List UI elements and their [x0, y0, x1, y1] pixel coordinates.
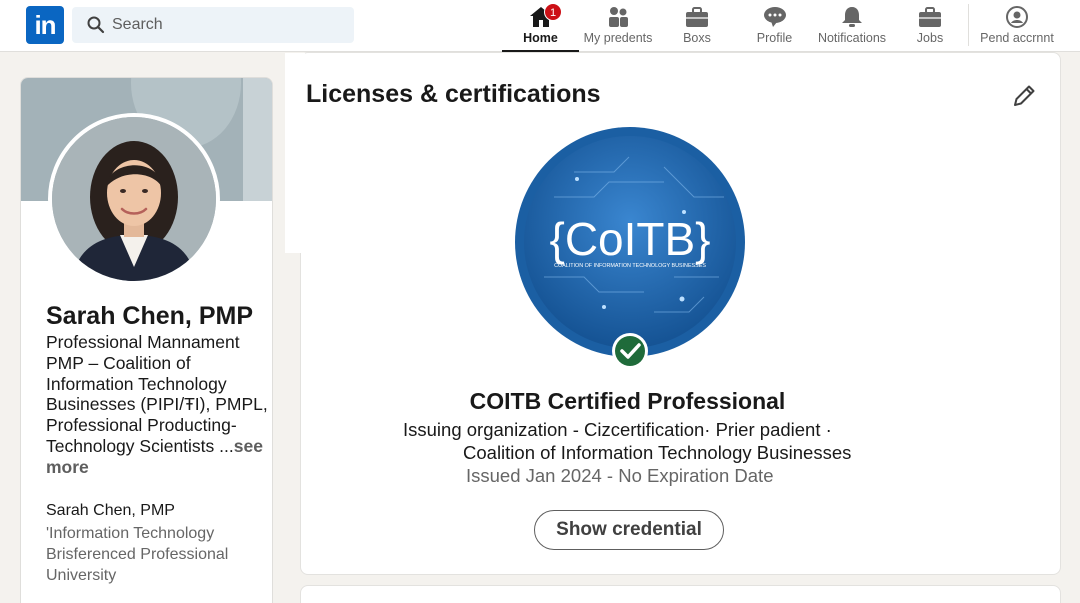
nav-profile-label: Profile — [756, 31, 793, 45]
issuing-organization: Issuing organization - Cizcertification·… — [403, 419, 832, 440]
nav-boxs-label: Boxs — [683, 31, 711, 45]
profile-photo — [52, 117, 216, 281]
nav-account-label: Pend accrnnt — [980, 31, 1054, 45]
nav-jobs-label: Jobs — [916, 31, 944, 45]
education-line: 'Information Technology — [46, 525, 215, 542]
pencil-icon[interactable] — [1009, 81, 1039, 111]
nav-home-label: Home — [523, 31, 558, 45]
nav-jobs[interactable]: Jobs — [902, 0, 958, 52]
people-icon — [609, 7, 628, 27]
nav-notifications[interactable]: Notifications — [813, 0, 891, 52]
section-title: Licenses & certifications — [306, 80, 601, 108]
education-line: Brisferenced Professional — [46, 546, 229, 563]
avatar[interactable] — [48, 113, 220, 285]
briefcase-icon — [686, 7, 708, 27]
nav-account[interactable]: Pend accrnnt — [975, 0, 1059, 52]
briefcase-icon — [919, 7, 941, 27]
notification-badge: 1 — [544, 3, 562, 21]
search-input[interactable] — [112, 7, 342, 43]
badge-brand-text: {CoITB} — [549, 213, 710, 265]
bell-icon — [842, 7, 862, 27]
top-navigation-bar: in 1 Home My predents Boxs — [0, 0, 1080, 52]
nav-profile[interactable]: Profile — [737, 0, 812, 52]
profile-card: Sarah Chen, PMP Professional Mannament P… — [20, 77, 273, 603]
account-icon — [1006, 6, 1028, 28]
profile-education: 'Information Technology Brisferenced Pro… — [46, 523, 271, 586]
certifications-card: Licenses & certifications {CoITB} COALIT… — [285, 52, 1061, 575]
education-line: University — [46, 567, 117, 584]
profile-headline: Professional Mannament PMP – Coalition o… — [46, 332, 268, 478]
profile-sub-name: Sarah Chen, PMP — [46, 502, 175, 519]
nav-my-network[interactable]: My predents — [579, 0, 657, 52]
coitb-badge-image: {CoITB} COALITION OF INFORMATION TECHNOL… — [515, 127, 745, 369]
linkedin-logo[interactable]: in — [26, 6, 64, 44]
issuing-organization-name: Coalition of Information Technology Busi… — [463, 442, 852, 463]
nav-boxs[interactable]: Boxs — [660, 0, 734, 52]
badge-caption: COALITION OF INFORMATION TECHNOLOGY BUSI… — [554, 263, 706, 269]
show-credential-button[interactable]: Show credential — [534, 510, 724, 550]
nav-home[interactable]: 1 Home — [502, 0, 579, 52]
next-section-card — [300, 585, 1061, 603]
chat-icon — [763, 7, 786, 27]
search-icon — [87, 16, 105, 34]
nav-divider — [968, 4, 969, 46]
search-bar[interactable] — [72, 7, 354, 43]
profile-name[interactable]: Sarah Chen, PMP — [46, 302, 253, 331]
certification-title[interactable]: COITB Certified Professional — [301, 388, 954, 415]
nav-my-network-label: My predents — [583, 31, 653, 45]
issue-date: Issued Jan 2024 - No Expiration Date — [466, 465, 774, 486]
nav-notifications-label: Notifications — [817, 31, 887, 45]
